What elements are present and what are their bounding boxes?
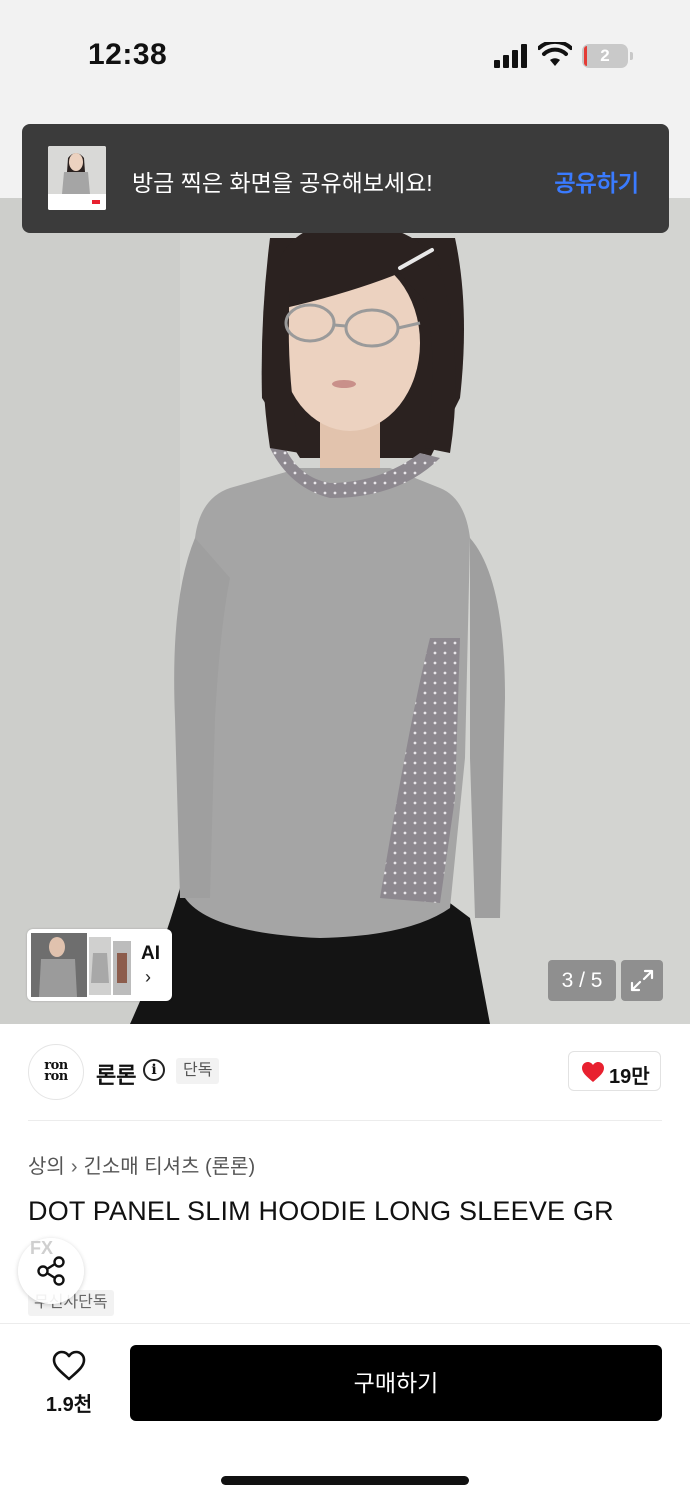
product-title: DOT PANEL SLIM HOODIE LONG SLEEVE GR xyxy=(28,1196,614,1226)
battery-icon: 2 xyxy=(582,44,628,68)
product-image[interactable] xyxy=(0,198,690,1024)
product-photo-illustration xyxy=(0,198,690,1024)
chevron-right-icon: › xyxy=(145,967,151,987)
screenshot-thumbnail[interactable] xyxy=(48,146,106,210)
wishlist-count: 1.9천 xyxy=(45,1394,93,1416)
brand-like-button[interactable]: 19만 xyxy=(568,1051,661,1091)
heart-outline-icon xyxy=(52,1350,86,1381)
ai-thumbnail-images xyxy=(31,933,131,997)
breadcrumb: 상의 › 긴소매 티셔츠 (론론) xyxy=(28,1150,255,1179)
fx-watermark: FX xyxy=(30,1238,54,1258)
image-counter: 3 / 5 xyxy=(548,960,616,1001)
brand-name[interactable]: 론론 xyxy=(96,1058,136,1090)
home-indicator[interactable] xyxy=(221,1476,469,1485)
ai-similar-button[interactable]: AI › xyxy=(27,929,172,1001)
breadcrumb-category[interactable]: 상의 xyxy=(28,1156,65,1178)
share-action-button[interactable]: 공유하기 xyxy=(554,164,639,198)
brand-logo[interactable]: ron ron xyxy=(28,1044,84,1100)
exclusive-badge: 단독 xyxy=(176,1058,220,1084)
divider xyxy=(28,1120,662,1121)
brand-logo-line2: ron xyxy=(44,1069,68,1084)
expand-icon[interactable] xyxy=(621,960,663,1001)
info-icon[interactable]: i xyxy=(143,1059,165,1081)
ai-label: AI xyxy=(141,943,160,964)
wifi-icon xyxy=(538,42,572,66)
wishlist-button[interactable]: 1.9천 xyxy=(28,1348,110,1418)
brand-like-count: 19만 xyxy=(609,1066,650,1088)
battery-tip xyxy=(630,52,633,60)
battery-level-indicator xyxy=(584,46,587,66)
heart-filled-icon xyxy=(582,1062,604,1082)
signal-icon xyxy=(494,44,527,68)
share-toast: 방금 찍은 화면을 공유해보세요! 공유하기 xyxy=(22,124,669,233)
bottom-bar-divider xyxy=(0,1323,690,1324)
status-time: 12:38 xyxy=(88,38,168,71)
buy-button[interactable]: 구매하기 xyxy=(130,1345,662,1421)
breadcrumb-subcategory[interactable]: 긴소매 티셔츠 (론론) xyxy=(83,1156,255,1178)
chevron-right-icon: › xyxy=(70,1156,78,1178)
toast-message: 방금 찍은 화면을 공유해보세요! xyxy=(132,170,433,196)
share-icon xyxy=(37,1256,65,1286)
